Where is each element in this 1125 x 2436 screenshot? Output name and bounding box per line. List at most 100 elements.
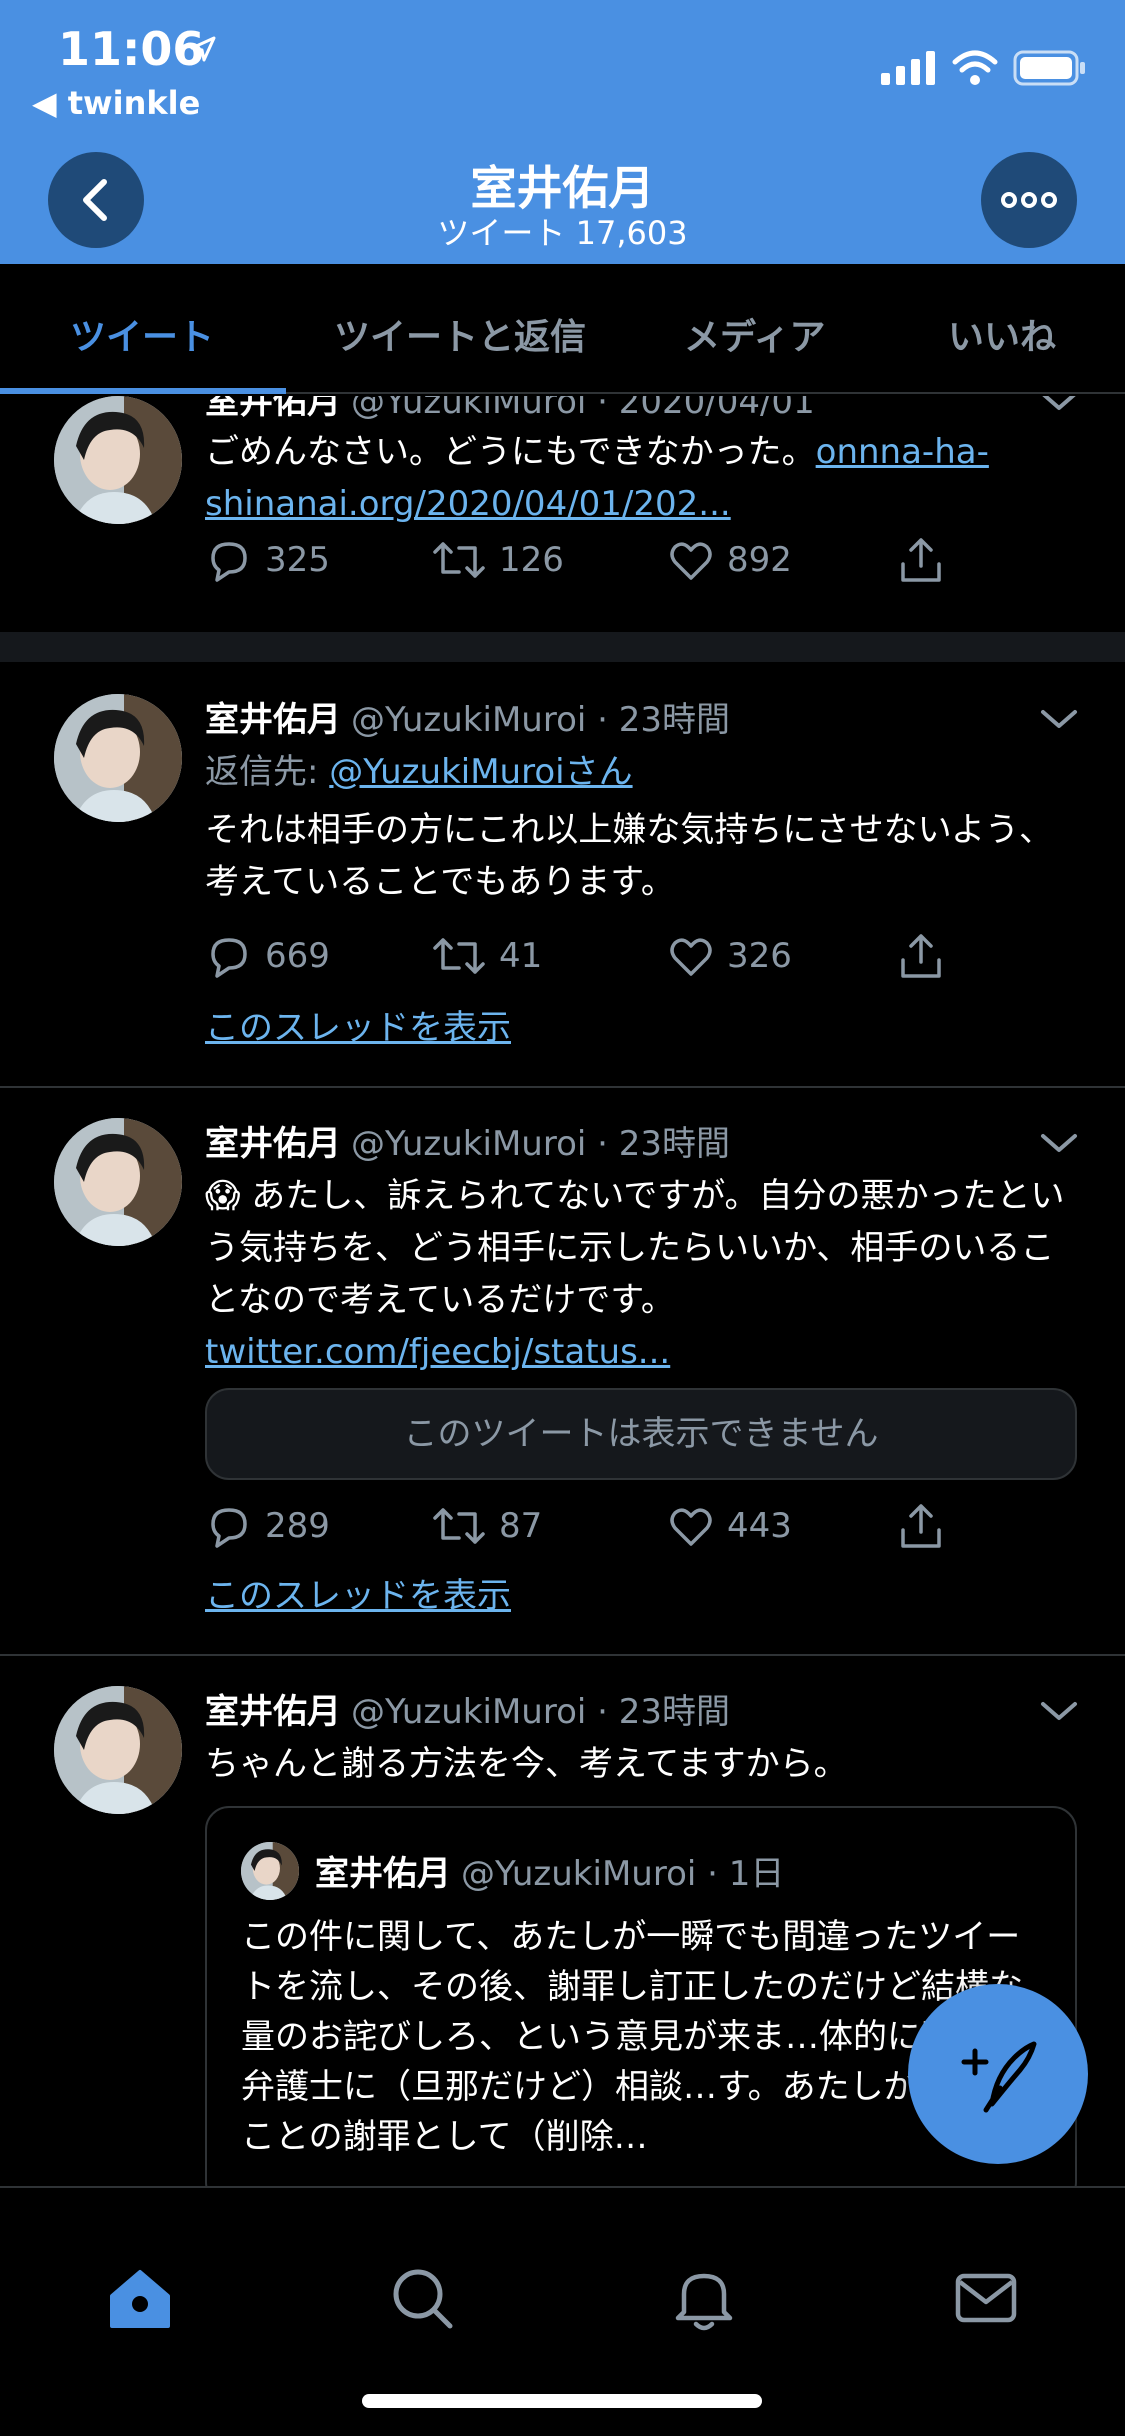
- avatar: [241, 1842, 299, 1900]
- author-name[interactable]: 室井佑月: [205, 700, 341, 740]
- tweet-actions: 669 41 326: [205, 932, 965, 992]
- back-to-app-link[interactable]: ◀ twinkle: [32, 84, 200, 122]
- status-indicators: [881, 50, 1087, 86]
- tweet-item[interactable]: 室井佑月 @YuzukiMuroi · 23時間 返信先: @YuzukiMuro…: [0, 664, 1125, 1088]
- tweet-text: ごめんなさい。どうにもできなかった。onnna-ha- shinanai.org…: [205, 432, 989, 524]
- tweet-actions: 325 126 892: [205, 536, 965, 596]
- retweet-count: 87: [499, 1506, 543, 1546]
- caret-down-icon[interactable]: [1039, 1132, 1079, 1156]
- tweet-item[interactable]: 室井佑月 @YuzukiMuroi · 2020/04/01 ごめんなさい。どうに…: [0, 396, 1125, 610]
- author-name[interactable]: 室井佑月: [205, 1124, 341, 1164]
- caret-down-icon[interactable]: [1039, 396, 1079, 414]
- author-meta: @YuzukiMuroi · 2020/04/01: [351, 396, 815, 422]
- like-button[interactable]: 892: [667, 536, 792, 584]
- active-tab-indicator: [0, 388, 286, 394]
- caret-down-icon[interactable]: [1039, 1700, 1079, 1724]
- like-icon: [670, 938, 712, 976]
- avatar-photo: [241, 1842, 299, 1900]
- like-count: 326: [727, 936, 792, 976]
- reply-count: 289: [265, 1506, 330, 1546]
- like-count: 892: [727, 540, 792, 580]
- share-icon: [901, 538, 941, 582]
- search-icon: [393, 2269, 453, 2329]
- retweet-button[interactable]: 126: [431, 536, 564, 584]
- tweet-link-cont[interactable]: shinanai.org/2020/04/01/202...: [205, 484, 731, 524]
- like-count: 443: [727, 1506, 792, 1546]
- share-button[interactable]: [897, 1502, 945, 1550]
- author-meta: @YuzukiMuroi · 23時間: [351, 1692, 730, 1732]
- avatar[interactable]: [54, 1118, 182, 1246]
- share-icon: [901, 1504, 941, 1548]
- tweet-link[interactable]: onnna-ha-: [816, 432, 989, 472]
- tab-tweets[interactable]: ツイート: [70, 308, 214, 360]
- compose-icon: [961, 2041, 1037, 2113]
- signal-icon: [881, 51, 935, 85]
- more-button[interactable]: [981, 152, 1077, 248]
- like-button[interactable]: 443: [667, 1502, 792, 1550]
- author-name[interactable]: 室井佑月: [205, 1692, 341, 1732]
- like-icon: [670, 542, 712, 580]
- retweet-icon: [433, 1508, 485, 1544]
- reply-icon: [211, 938, 247, 978]
- retweet-count: 126: [499, 540, 564, 580]
- tweet-link[interactable]: twitter.com/fjeecbj/status...: [205, 1332, 670, 1372]
- avatar-photo: [54, 396, 182, 524]
- messages-tab[interactable]: [946, 2258, 1026, 2338]
- tweet-text: 😱 あたし、訴えられてないですが。自分の悪かったという気持ちを、どう相手に示した…: [205, 1176, 1065, 1372]
- reply-to-link[interactable]: @YuzukiMuroiさん: [329, 752, 632, 792]
- reply-count: 325: [265, 540, 330, 580]
- home-tab[interactable]: [100, 2258, 180, 2338]
- battery-icon: [1013, 50, 1085, 86]
- unavailable-tweet-notice: このツイートは表示できません: [205, 1388, 1077, 1480]
- wifi-icon: [952, 50, 998, 85]
- tweet-item[interactable]: 室井佑月 @YuzukiMuroi · 23時間 😱 あたし、訴えられてないですが…: [0, 1088, 1125, 1656]
- author-meta: @YuzukiMuroi · 23時間: [351, 1124, 730, 1164]
- show-thread-link[interactable]: このスレッドを表示: [205, 1000, 511, 1049]
- reply-button[interactable]: 289: [205, 1502, 330, 1550]
- avatar-photo: [54, 1686, 182, 1814]
- retweet-button[interactable]: 87: [431, 1502, 542, 1550]
- tab-likes[interactable]: いいね: [948, 308, 1056, 360]
- profile-header: 11:06 ◀ twinkle 室井佑月 ツイート 17,603: [0, 0, 1125, 264]
- avatar[interactable]: [54, 1686, 182, 1814]
- like-button[interactable]: 326: [667, 932, 792, 980]
- author-name[interactable]: 室井佑月: [205, 396, 341, 422]
- quoted-author-name: 室井佑月: [315, 1854, 451, 1894]
- more-dots-icon: [1001, 192, 1057, 208]
- avatar[interactable]: [54, 396, 182, 524]
- retweet-icon: [433, 542, 485, 578]
- tweet-text: それは相手の方にこれ以上嫌な気持ちにさせないよう、考えていることでもあります。: [205, 810, 1053, 902]
- avatar-photo: [54, 694, 182, 822]
- show-thread-link[interactable]: このスレッドを表示: [205, 1568, 511, 1617]
- profile-tabs: ツイート ツイートと返信 メディア いいね: [0, 264, 1125, 394]
- search-tab[interactable]: [382, 2258, 462, 2338]
- mail-icon: [955, 2273, 1017, 2323]
- quoted-author-meta: @YuzukiMuroi · 1日: [461, 1854, 785, 1894]
- share-button[interactable]: [897, 536, 945, 584]
- retweet-icon: [433, 938, 485, 974]
- avatar[interactable]: [54, 694, 182, 822]
- reply-icon: [211, 1508, 247, 1548]
- location-arrow-icon: [190, 36, 216, 62]
- tweet-feed[interactable]: 室井佑月 @YuzukiMuroi · 2020/04/01 ごめんなさい。どうに…: [0, 396, 1125, 2186]
- reply-to-line: 返信先: @YuzukiMuroiさん: [205, 752, 633, 792]
- reply-button[interactable]: 669: [205, 932, 330, 980]
- home-indicator: [362, 2394, 762, 2408]
- tweet-count: ツイート 17,603: [437, 214, 688, 252]
- like-icon: [670, 1508, 712, 1546]
- status-time: 11:06: [58, 22, 205, 76]
- avatar-photo: [54, 1118, 182, 1246]
- reply-count: 669: [265, 936, 330, 976]
- author-meta: @YuzukiMuroi · 23時間: [351, 700, 730, 740]
- tweet-text: ちゃんと謝る方法を今、考えてますから。: [205, 1744, 848, 1784]
- reply-button[interactable]: 325: [205, 536, 330, 584]
- tab-tweets-and-replies[interactable]: ツイートと返信: [334, 308, 586, 360]
- tab-media[interactable]: メディア: [684, 308, 825, 360]
- share-button[interactable]: [897, 932, 945, 980]
- caret-down-icon[interactable]: [1039, 708, 1079, 732]
- bell-icon: [675, 2273, 733, 2331]
- retweet-button[interactable]: 41: [431, 932, 542, 980]
- section-separator: [0, 632, 1125, 662]
- notifications-tab[interactable]: [664, 2258, 744, 2338]
- compose-tweet-button[interactable]: [908, 1984, 1088, 2164]
